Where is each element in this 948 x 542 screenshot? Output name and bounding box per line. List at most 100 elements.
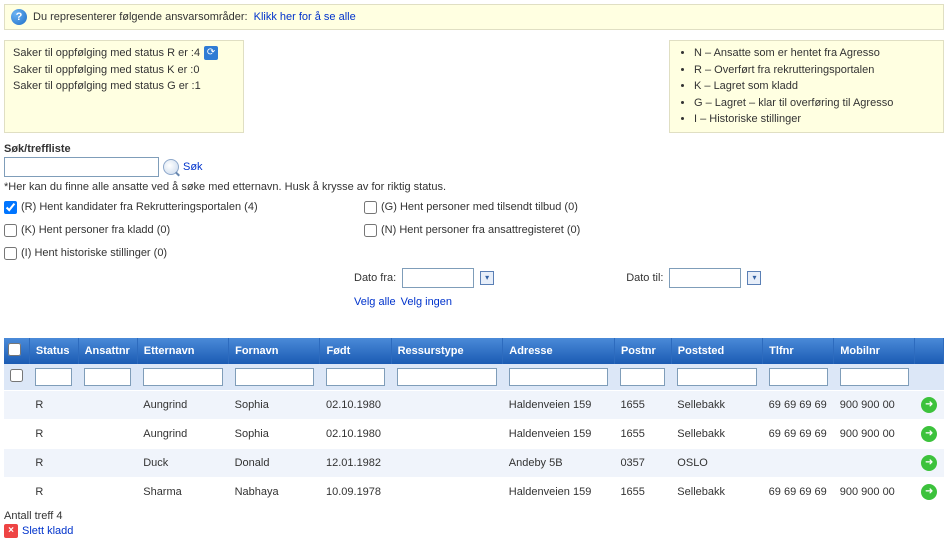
date-from-label: Dato fra: <box>354 272 396 284</box>
cell-tlfnr: 69 69 69 69 <box>763 477 834 506</box>
table-row[interactable]: RAungrindSophia02.10.1980Haldenveien 159… <box>4 390 944 419</box>
filter-r[interactable]: (R) Hent kandidater fra Rekrutteringspor… <box>4 201 354 214</box>
cell-ressurstype <box>391 390 503 419</box>
calendar-icon[interactable]: ▾ <box>480 271 494 285</box>
col-header-etternavn[interactable]: Etternavn <box>137 338 228 364</box>
row-open-icon[interactable]: ➜ <box>921 455 937 471</box>
select-none-link[interactable]: Velg ingen <box>401 296 452 308</box>
table-row[interactable]: RDuckDonald12.01.1982Andeby 5B0357OSLO➜ <box>4 448 944 477</box>
table-row[interactable]: RSharmaNabhaya10.09.1978Haldenveien 1591… <box>4 477 944 506</box>
col-header-action <box>915 338 944 364</box>
filter-ressurstype[interactable] <box>397 368 497 386</box>
cell-adresse: Haldenveien 159 <box>503 477 615 506</box>
cell-ressurstype <box>391 448 503 477</box>
cell-ressurstype <box>391 477 503 506</box>
cell-fornavn: Sophia <box>229 419 320 448</box>
col-header-mobilnr[interactable]: Mobilnr <box>834 338 915 364</box>
filter-k-checkbox[interactable] <box>4 224 17 237</box>
col-header-ressurstype[interactable]: Ressurstype <box>391 338 503 364</box>
cell-mobilnr: 900 900 00 <box>834 477 915 506</box>
row-open-icon[interactable]: ➜ <box>921 484 937 500</box>
help-icon[interactable]: ? <box>11 9 27 25</box>
filter-i-checkbox[interactable] <box>4 247 17 260</box>
filter-k[interactable]: (K) Hent personer fra kladd (0) <box>4 224 354 237</box>
status-line-r: Saker til oppfølging med status R er :4 <box>13 47 200 59</box>
filter-r-checkbox[interactable] <box>4 201 17 214</box>
filter-mobilnr[interactable] <box>840 368 909 386</box>
cell-poststed: Sellebakk <box>671 477 762 506</box>
cell-mobilnr: 900 900 00 <box>834 390 915 419</box>
cell-adresse: Andeby 5B <box>503 448 615 477</box>
filter-fodt[interactable] <box>326 368 385 386</box>
status-line-g: Saker til oppfølging med status G er :1 <box>13 78 235 95</box>
table-row[interactable]: RAungrindSophia02.10.1980Haldenveien 159… <box>4 419 944 448</box>
legend-item: N – Ansatte som er hentet fra Agresso <box>694 45 935 62</box>
date-to-label: Dato til: <box>626 272 663 284</box>
cell-ansattnr <box>78 448 137 477</box>
cell-fodt: 12.01.1982 <box>320 448 391 477</box>
col-header-tlfnr[interactable]: Tlfnr <box>763 338 834 364</box>
row-open-icon[interactable]: ➜ <box>921 397 937 413</box>
cell-postnr: 1655 <box>614 477 671 506</box>
cell-mobilnr <box>834 448 915 477</box>
col-header-fodt[interactable]: Født <box>320 338 391 364</box>
cell-poststed: Sellebakk <box>671 390 762 419</box>
cell-fornavn: Nabhaya <box>229 477 320 506</box>
select-all-link[interactable]: Velg alle <box>354 296 396 308</box>
filter-n[interactable]: (N) Hent personer fra ansattregisteret (… <box>364 224 944 237</box>
cell-status: R <box>29 390 78 419</box>
cell-status: R <box>29 448 78 477</box>
date-from-input[interactable] <box>402 268 474 288</box>
col-header-ansattnr[interactable]: Ansattnr <box>78 338 137 364</box>
filter-tlfnr[interactable] <box>769 368 828 386</box>
cell-fodt: 02.10.1980 <box>320 419 391 448</box>
col-header-postnr[interactable]: Postnr <box>614 338 671 364</box>
search-input[interactable] <box>4 157 159 177</box>
col-header-fornavn[interactable]: Fornavn <box>229 338 320 364</box>
cell-postnr: 1655 <box>614 390 671 419</box>
cell-fodt: 02.10.1980 <box>320 390 391 419</box>
cell-status: R <box>29 477 78 506</box>
filter-postnr[interactable] <box>620 368 665 386</box>
cell-mobilnr: 900 900 00 <box>834 419 915 448</box>
cell-postnr: 1655 <box>614 419 671 448</box>
filter-fornavn[interactable] <box>235 368 314 386</box>
filter-etternavn[interactable] <box>143 368 222 386</box>
select-all-checkbox[interactable] <box>8 343 21 356</box>
info-bar-link[interactable]: Klikk her for å se alle <box>254 11 356 23</box>
filter-status[interactable] <box>35 368 72 386</box>
row-open-icon[interactable]: ➜ <box>921 426 937 442</box>
info-bar: ? Du representerer følgende ansvarsområd… <box>4 4 944 30</box>
col-header-select[interactable] <box>4 338 29 364</box>
col-header-poststed[interactable]: Poststed <box>671 338 762 364</box>
legend-item: G – Lagret – klar til overføring til Agr… <box>694 95 935 112</box>
filter-row-checkbox[interactable] <box>10 369 23 382</box>
cell-status: R <box>29 419 78 448</box>
delete-icon[interactable]: × <box>4 524 18 538</box>
filter-i[interactable]: (I) Hent historiske stillinger (0) <box>4 247 354 260</box>
cell-fornavn: Sophia <box>229 390 320 419</box>
cell-etternavn: Duck <box>137 448 228 477</box>
cell-ansattnr <box>78 419 137 448</box>
legend-box: N – Ansatte som er hentet fra Agresso R … <box>669 40 944 133</box>
search-icon[interactable] <box>163 159 179 175</box>
date-to-input[interactable] <box>669 268 741 288</box>
refresh-icon[interactable]: ⟳ <box>204 46 218 60</box>
info-bar-text: Du representerer følgende ansvarsområder… <box>33 11 248 23</box>
cell-adresse: Haldenveien 159 <box>503 419 615 448</box>
cell-fornavn: Donald <box>229 448 320 477</box>
delete-draft-link[interactable]: Slett kladd <box>22 525 73 537</box>
filter-adresse[interactable] <box>509 368 609 386</box>
search-hint: *Her kan du finne alle ansatte ved å søk… <box>4 181 944 193</box>
filter-ansattnr[interactable] <box>84 368 131 386</box>
filter-n-checkbox[interactable] <box>364 224 377 237</box>
filter-g-checkbox[interactable] <box>364 201 377 214</box>
filter-poststed[interactable] <box>677 368 756 386</box>
result-count: Antall treff 4 <box>4 510 944 522</box>
calendar-icon[interactable]: ▾ <box>747 271 761 285</box>
search-button[interactable]: Søk <box>183 161 203 173</box>
filter-g[interactable]: (G) Hent personer med tilsendt tilbud (0… <box>364 201 944 214</box>
cell-fodt: 10.09.1978 <box>320 477 391 506</box>
col-header-status[interactable]: Status <box>29 338 78 364</box>
col-header-adresse[interactable]: Adresse <box>503 338 615 364</box>
